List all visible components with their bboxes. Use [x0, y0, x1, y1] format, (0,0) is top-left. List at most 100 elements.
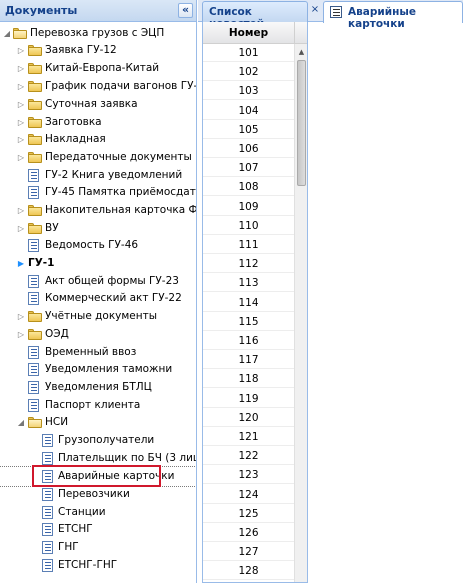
- tree-item[interactable]: Акт общей формы ГУ-23: [0, 273, 196, 291]
- grid-cell-number[interactable]: 122: [203, 447, 294, 466]
- tree-item-label: Заготовка: [45, 116, 102, 128]
- tree-item-label: Накладная: [45, 133, 106, 145]
- tree-item[interactable]: ГУ-2 Книга уведомлений: [0, 167, 196, 185]
- tree-item-label: Паспорт клиента: [45, 399, 141, 411]
- tree-item[interactable]: ▷ ВУ: [0, 220, 196, 238]
- collapsed-arrow-icon[interactable]: ▷: [17, 312, 25, 321]
- tree-item[interactable]: Паспорт клиента: [0, 397, 196, 415]
- grid-cell-number[interactable]: 108: [203, 178, 294, 197]
- collapsed-arrow-icon[interactable]: ▷: [17, 82, 25, 91]
- vertical-scrollbar[interactable]: ▲: [294, 44, 307, 582]
- tree-item[interactable]: ЕТСНГ-ГНГ: [0, 557, 196, 575]
- tree-item[interactable]: Уведомления БТЛЦ: [0, 379, 196, 397]
- collapsed-arrow-icon[interactable]: ▷: [17, 64, 25, 73]
- tree-item[interactable]: Перевозчики: [0, 486, 196, 504]
- grid-cell-number[interactable]: 123: [203, 466, 294, 485]
- tree-item[interactable]: ▷ Передаточные документы: [0, 149, 196, 167]
- collapse-panel-button[interactable]: «: [178, 3, 193, 18]
- grid-cell-number[interactable]: 115: [203, 313, 294, 331]
- collapsed-arrow-icon[interactable]: ▷: [17, 153, 25, 162]
- collapsed-arrow-icon[interactable]: ▷: [17, 224, 25, 233]
- tree-item[interactable]: ▷ Китай-Европа-Китай: [0, 60, 196, 78]
- tree-item[interactable]: Коммерческий акт ГУ-22: [0, 290, 196, 308]
- collapsed-arrow-icon[interactable]: ▷: [17, 330, 25, 339]
- tree-item[interactable]: ГУ-45 Памятка приёмосдатчика: [0, 184, 196, 202]
- column-header-number[interactable]: Номер: [203, 27, 294, 39]
- document-icon: [42, 541, 53, 554]
- tree-item[interactable]: ▷ Накладная: [0, 131, 196, 149]
- tree-item-label: График подачи вагонов ГУ-11: [45, 80, 197, 92]
- grid-cell-number[interactable]: 120: [203, 409, 294, 427]
- tree-item-label: Уведомления БТЛЦ: [45, 381, 152, 393]
- close-icon[interactable]: ×: [309, 4, 321, 16]
- grid-cell-number[interactable]: 119: [203, 390, 294, 408]
- document-icon: [28, 186, 39, 199]
- scroll-up-icon[interactable]: ▲: [295, 46, 307, 59]
- folder-icon: [28, 311, 42, 322]
- grid-cell-number[interactable]: 121: [203, 428, 294, 446]
- tree-item-label: ОЭД: [45, 328, 69, 340]
- tree-item-label: Передаточные документы: [45, 151, 192, 163]
- grid-cell-number[interactable]: 103: [203, 82, 294, 101]
- tree-item[interactable]: ▷ Учётные документы: [0, 308, 196, 326]
- grid-cell-number[interactable]: 127: [203, 543, 294, 562]
- collapsed-arrow-icon[interactable]: ▷: [17, 118, 25, 127]
- tree-item[interactable]: Уведомления таможни: [0, 361, 196, 379]
- expanded-arrow-icon[interactable]: ◢: [17, 418, 25, 427]
- grid-cell-number[interactable]: 113: [203, 274, 294, 293]
- tree-item[interactable]: Грузополучатели: [0, 432, 196, 450]
- collapsed-arrow-icon[interactable]: ▷: [17, 100, 25, 109]
- tree-item-label: Китай-Европа-Китай: [45, 62, 160, 74]
- grid-cell-number[interactable]: 116: [203, 332, 294, 350]
- grid-cell-number[interactable]: 102: [203, 63, 294, 82]
- tree-item-nsi[interactable]: ◢ НСИ: [0, 414, 196, 432]
- document-icon: [42, 452, 53, 465]
- tree-item[interactable]: Ведомость ГУ-46: [0, 237, 196, 255]
- scrollbar-thumb[interactable]: [297, 60, 306, 186]
- collapsed-arrow-icon[interactable]: ▷: [17, 46, 25, 55]
- collapsed-arrow-icon[interactable]: ▶: [17, 259, 25, 268]
- grid-cell-number[interactable]: 128: [203, 562, 294, 581]
- grid-cell-number[interactable]: 110: [203, 217, 294, 235]
- tree-item-label: ВУ: [45, 222, 59, 234]
- tree-item[interactable]: ▷ Заготовка: [0, 114, 196, 132]
- tree-item[interactable]: ▷ Заявка ГУ-12: [0, 42, 196, 60]
- collapsed-arrow-icon[interactable]: ▷: [17, 135, 25, 144]
- tree-item[interactable]: ▷ ОЭД: [0, 326, 196, 344]
- grid-cell-number[interactable]: 114: [203, 294, 294, 312]
- tree-item[interactable]: Временный ввоз: [0, 344, 196, 362]
- document-icon: [42, 488, 53, 501]
- tree-item-label: Суточная заявка: [45, 98, 138, 110]
- grid-cell-number[interactable]: 109: [203, 198, 294, 216]
- column-separator: [294, 22, 295, 44]
- grid-cell-number[interactable]: 125: [203, 505, 294, 523]
- grid-cell-number[interactable]: 118: [203, 370, 294, 389]
- tree-item-label: ЕТСНГ-ГНГ: [58, 559, 118, 571]
- tree-item[interactable]: ▷ Накопительная карточка ФДУ-92: [0, 202, 196, 220]
- collapsed-arrow-icon[interactable]: ▷: [17, 206, 25, 215]
- grid-cell-number[interactable]: 104: [203, 102, 294, 120]
- grid-cell-number[interactable]: 112: [203, 255, 294, 274]
- documents-panel-title: Документы: [5, 4, 78, 17]
- expanded-arrow-icon[interactable]: ◢: [3, 29, 11, 38]
- grid-cell-number[interactable]: 107: [203, 159, 294, 178]
- documents-panel-header: Документы «: [0, 0, 196, 22]
- grid-cell-number[interactable]: 105: [203, 121, 294, 139]
- grid-cell-number[interactable]: 124: [203, 486, 294, 504]
- tree-item-root[interactable]: ◢ Перевозка грузов с ЭЦП: [0, 25, 196, 43]
- tree-item[interactable]: ▷ Суточная заявка: [0, 96, 196, 114]
- tree-item[interactable]: ГНГ: [0, 539, 196, 557]
- tree-item[interactable]: ЕТСНГ: [0, 521, 196, 539]
- tab-emergency-cards[interactable]: Аварийные карточки: [323, 1, 463, 30]
- tree-item[interactable]: ▶ ГУ-1: [0, 255, 196, 273]
- grid-cell-number[interactable]: 126: [203, 524, 294, 542]
- tab-news-list[interactable]: Список новостей: [202, 1, 308, 30]
- grid-cell-number[interactable]: 117: [203, 351, 294, 370]
- grid-cell-number[interactable]: 101: [203, 44, 294, 62]
- document-icon: [28, 399, 39, 412]
- tree-item[interactable]: ▷ График подачи вагонов ГУ-11: [0, 78, 197, 96]
- grid-cell-number[interactable]: 111: [203, 236, 294, 254]
- tree-item[interactable]: Станции: [0, 504, 196, 522]
- grid-cell-number[interactable]: 106: [203, 140, 294, 158]
- document-icon: [42, 559, 53, 572]
